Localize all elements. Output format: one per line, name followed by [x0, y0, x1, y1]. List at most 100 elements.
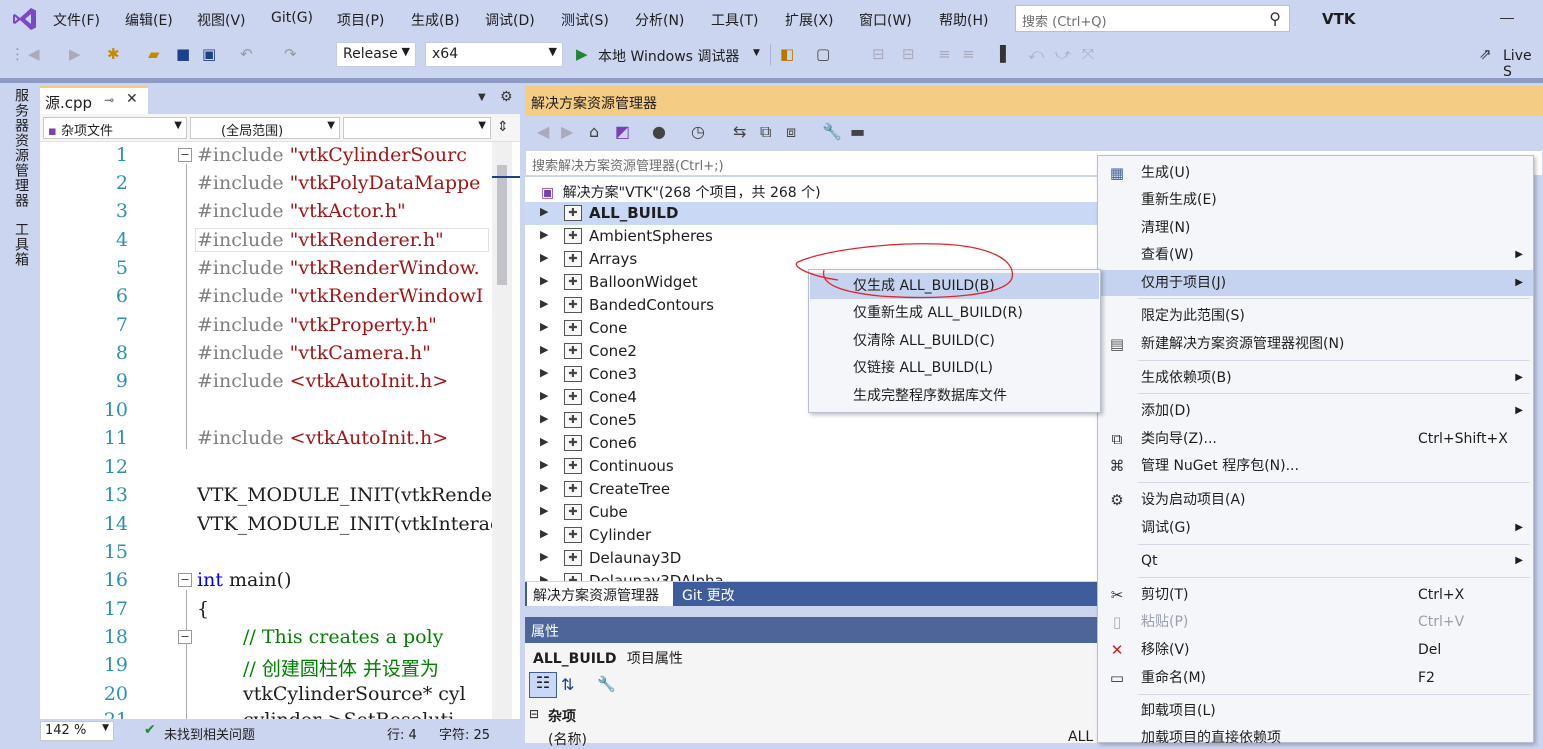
save-all-icon[interactable]: ▣	[202, 45, 216, 63]
fold-toggle-icon[interactable]: −	[178, 630, 192, 644]
new-item-icon[interactable]: ✱	[107, 45, 120, 63]
menu-tools[interactable]: 工具(T)	[711, 10, 758, 30]
zoom-select[interactable]: 142 % ▼	[40, 721, 114, 741]
menu-item-paste[interactable]: ▯ 粘贴(P) Ctrl+V	[1098, 609, 1533, 635]
forward-icon[interactable]: ▶	[561, 122, 573, 141]
preview-icon[interactable]: ▬	[850, 122, 865, 141]
platform-select[interactable]: x64 ▼	[425, 42, 563, 67]
property-pages-wrench-icon[interactable]: 🔧	[597, 675, 616, 693]
categorized-icon[interactable]: ☷	[529, 672, 557, 698]
menu-test[interactable]: 测试(S)	[561, 10, 609, 30]
home-icon[interactable]: ⌂	[589, 122, 599, 141]
alphabetical-icon[interactable]: ⇅	[561, 675, 574, 694]
menu-item-class-wizard[interactable]: ⧉ 类向导(Z)... Ctrl+Shift+X	[1098, 426, 1533, 452]
menu-help[interactable]: 帮助(H)	[939, 10, 988, 30]
open-folder-icon[interactable]: ▰	[148, 45, 160, 63]
menu-item-rebuild[interactable]: 重新生成(E)	[1098, 187, 1533, 213]
issues-status[interactable]: 未找到相关问题	[164, 724, 255, 743]
back-icon[interactable]: ◀	[537, 122, 549, 141]
close-icon[interactable]: ✕	[126, 91, 138, 107]
server-explorer-tab[interactable]: 服务器资源管理器	[11, 88, 31, 208]
prev-bookmark-icon[interactable]: ⤺	[1028, 45, 1044, 63]
collapse-all-icon[interactable]: ⧉	[760, 122, 771, 142]
tree-item-project[interactable]: ▶ ✚ ALL_BUILD	[525, 202, 1100, 225]
forward-icon[interactable]: ▶	[69, 45, 81, 63]
tab-solution-explorer[interactable]: 解决方案资源管理器	[527, 582, 673, 606]
tree-item-project[interactable]: ▶ ✚ Cone6	[525, 432, 1100, 455]
tab-list-icon[interactable]: ▼	[478, 92, 486, 103]
browse-icon[interactable]: ◧	[780, 45, 794, 63]
type-scope-select[interactable]: (全局范围) ▼	[190, 117, 340, 139]
menu-git[interactable]: Git(G)	[271, 10, 313, 26]
tree-item-project[interactable]: ▶ ✚ Continuous	[525, 455, 1100, 478]
tree-item-project[interactable]: ▶ ✚ Delaunay3DAlpha	[525, 570, 1100, 581]
save-icon[interactable]: ■	[176, 45, 190, 63]
menu-item-clean[interactable]: 清理(N)	[1098, 215, 1533, 241]
start-debug-icon[interactable]: ▶	[576, 45, 588, 63]
back-icon[interactable]: ◀	[28, 45, 40, 63]
split-icon[interactable]: ⇕	[497, 119, 509, 135]
collapse-icon[interactable]: ⊟	[529, 707, 539, 721]
menu-item-unload[interactable]: 卸载项目(L)	[1098, 698, 1533, 724]
menu-item-remove[interactable]: ✕ 移除(V) Del	[1098, 637, 1533, 663]
menu-item-scope-to-this[interactable]: 限定为此范围(S)	[1098, 303, 1533, 329]
tree-item-project[interactable]: ▶ ✚ Cylinder	[525, 524, 1100, 547]
properties-wrench-icon[interactable]: 🔧	[822, 122, 842, 141]
document-tab-source-cpp[interactable]: 源.cpp ⊸ ✕	[40, 86, 148, 114]
indent-icon[interactable]: ≡	[962, 45, 975, 63]
fold-toggle-icon[interactable]: −	[178, 148, 192, 162]
tree-item-project[interactable]: ▶ ✚ Cube	[525, 501, 1100, 524]
menu-item-load-dependencies[interactable]: 加载项目的直接依赖项	[1098, 725, 1533, 743]
menu-debug[interactable]: 调试(D)	[485, 10, 535, 30]
submenu-rebuild-only[interactable]: 仅重新生成 ALL_BUILD(R)	[810, 300, 1099, 326]
start-debug-button[interactable]: 本地 Windows 调试器	[598, 46, 739, 66]
switch-views-icon[interactable]: ◩	[615, 122, 630, 141]
project-scope-select[interactable]: ▪ 杂项文件 ▼	[43, 117, 187, 139]
toolbox-tab[interactable]: 工具箱	[11, 222, 31, 267]
undo-icon[interactable]: ↶	[240, 45, 253, 63]
clear-bookmarks-icon[interactable]: ⤧	[1082, 45, 1094, 63]
solution-root[interactable]: ▣ 解决方案"VTK"(268 个项目，共 268 个)	[541, 182, 821, 202]
menu-item-cut[interactable]: ✂ 剪切(T) Ctrl+X	[1098, 582, 1533, 608]
submenu-link-only[interactable]: 仅链接 ALL_BUILD(L)	[810, 355, 1099, 381]
menu-item-view[interactable]: 查看(W) ▶	[1098, 242, 1533, 268]
menu-item-build-dependencies[interactable]: 生成依赖项(B) ▶	[1098, 365, 1533, 391]
redo-icon[interactable]: ↷	[284, 45, 297, 63]
menu-item-project-only[interactable]: 仅用于项目(J) ▶	[1098, 270, 1533, 296]
menu-build[interactable]: 生成(B)	[411, 10, 460, 30]
live-share-icon[interactable]: ⇗	[1479, 45, 1492, 63]
visual-studio-logo-icon[interactable]	[12, 6, 38, 32]
configuration-select[interactable]: Release ▼	[336, 42, 416, 67]
menu-window[interactable]: 窗口(W)	[859, 10, 912, 30]
tree-item-project[interactable]: ▶ ✚ Delaunay3D	[525, 547, 1100, 570]
menu-extensions[interactable]: 扩展(X)	[785, 10, 834, 30]
menu-project[interactable]: 项目(P)	[337, 10, 384, 30]
menu-item-set-startup[interactable]: ⚙ 设为启动项目(A)	[1098, 487, 1533, 513]
global-search-input[interactable]: 搜索 (Ctrl+Q) ⚲	[1015, 5, 1290, 32]
tree-item-project[interactable]: ▶ ✚ CreateTree	[525, 478, 1100, 501]
comment-icon[interactable]: ⊟	[872, 45, 885, 63]
uncomment-icon[interactable]: ⊟	[902, 45, 915, 63]
menu-item-rename[interactable]: ▭ 重命名(M) F2	[1098, 665, 1533, 691]
show-all-files-icon[interactable]: ⧈	[786, 122, 796, 142]
scrollbar-thumb[interactable]	[497, 165, 507, 285]
menu-item-debug[interactable]: 调试(G) ▶	[1098, 515, 1533, 541]
menu-item-build[interactable]: ▦ 生成(U)	[1098, 160, 1533, 186]
menu-item-qt[interactable]: Qt ▶	[1098, 548, 1533, 574]
sync-icon[interactable]: ⇆	[733, 122, 746, 141]
member-scope-select[interactable]: ▼	[343, 117, 491, 139]
menu-edit[interactable]: 编辑(E)	[125, 10, 173, 30]
pin-icon[interactable]: ⊸	[104, 93, 114, 107]
code-area[interactable]: #include "vtkCylinderSourc #include "vtk…	[197, 144, 492, 719]
tab-git-changes[interactable]: Git 更改	[676, 582, 741, 606]
outdent-icon[interactable]: ≡	[938, 45, 951, 63]
bookmark-icon[interactable]: ▌	[1000, 45, 1012, 63]
menu-item-manage-nuget[interactable]: ⌘ 管理 NuGet 程序包(N)...	[1098, 453, 1533, 479]
window-layout-icon[interactable]: ▢	[816, 45, 830, 63]
fold-toggle-icon[interactable]: −	[178, 573, 192, 587]
submenu-clean-only[interactable]: 仅清除 ALL_BUILD(C)	[810, 328, 1099, 354]
menu-item-add[interactable]: 添加(D) ▶	[1098, 398, 1533, 424]
menu-item-new-view[interactable]: ▤ 新建解决方案资源管理器视图(N)	[1098, 331, 1533, 357]
gear-icon[interactable]: ⚙	[500, 89, 513, 105]
submenu-generate-pdb[interactable]: 生成完整程序数据库文件	[810, 383, 1099, 409]
